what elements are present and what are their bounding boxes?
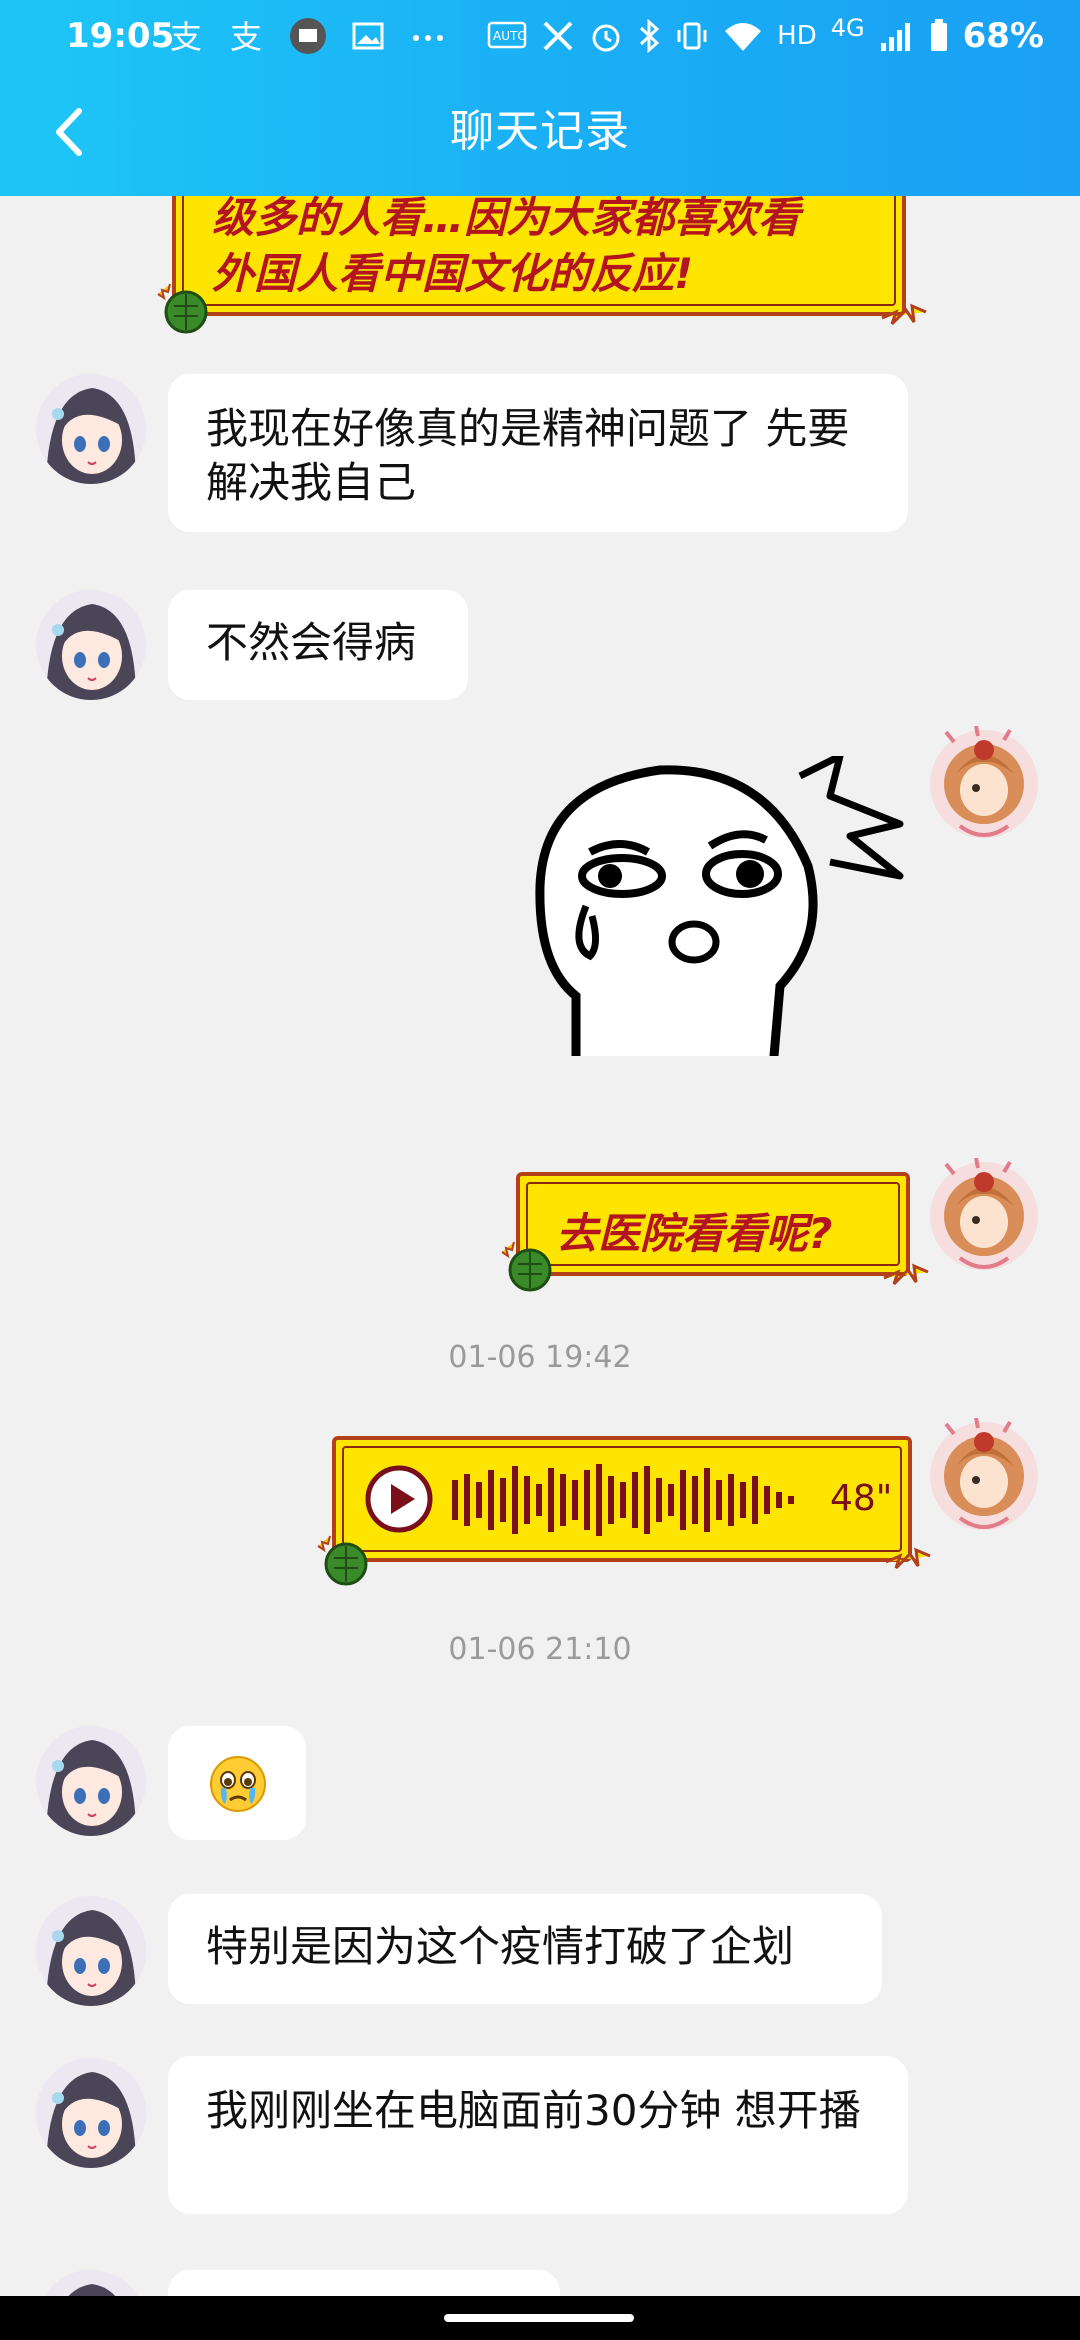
message-bubble[interactable]: 我刚刚坐在电脑面前30分钟 想开播 [168,2056,908,2214]
message-bubble-special[interactable]: 去医院看看呢? [516,1172,910,1276]
play-button-icon[interactable] [364,1464,434,1534]
avatar[interactable] [36,374,146,484]
chat-history[interactable]: 级多的人看…因为大家都喜欢看 外国人看中国文化的反应! 我现在好像真的是精神问题… [0,196,1080,2296]
navigation-bar [0,2296,1080,2340]
avatar-self[interactable] [926,1157,1042,1274]
avatar-self[interactable] [926,725,1042,842]
avatar-icon [930,725,1038,838]
grenade-icon [317,1535,368,1586]
svg-text:支: 支 [170,18,202,56]
burst-decoration [881,303,927,326]
avatar[interactable] [36,2058,146,2168]
alipay-icon: 支 [170,18,202,56]
crying-emoji-icon [210,1756,266,1812]
wifi-icon [725,23,762,51]
avatar-self[interactable] [926,1417,1042,1534]
message-text: 特别是因为这个疫情打破了企划 [206,1922,795,1971]
avatar-icon [36,374,146,484]
gallery-icon [352,22,384,50]
header: 聊天记录 [0,96,1080,168]
network-label: 4G [830,14,865,42]
avatar-icon [930,1417,1038,1530]
message-bubble-special[interactable]: 级多的人看…因为大家都喜欢看 外国人看中国文化的反应! [172,196,906,316]
system-icons: AUTO HD 4G 68% [487,0,1044,72]
message-text: 级多的人看…因为大家都喜欢看 [212,196,801,242]
status-bar: 19:05 支 支 AUTO HD 4G 68% [0,0,1080,72]
auto-brightness-icon: AUTO [487,21,527,49]
message-bubble[interactable] [168,2270,560,2296]
signal-icon [880,23,910,51]
message-text: 外国人看中国文化的反应! [212,249,694,298]
home-indicator[interactable] [444,2314,634,2322]
vibrate-icon [677,22,707,50]
message-text: 我现在好像真的是精神问题了 先要解决我自己 [206,404,850,507]
more-notifications-icon [413,35,443,41]
svg-text:支: 支 [230,18,262,56]
message-bubble[interactable]: 😢 [168,1726,306,1840]
message-text: 不然会得病 [206,618,417,667]
battery-percent: 68% [962,16,1044,56]
avatar[interactable] [36,590,146,700]
message-text: 去医院看看呢? [556,1209,833,1258]
message-bubble[interactable]: 我现在好像真的是精神问题了 先要解决我自己 [168,374,908,532]
voice-message-bubble[interactable]: 48" [332,1436,912,1562]
avatar-icon [36,2058,146,2168]
avatar-icon [930,1157,1038,1270]
voice-duration: 48" [830,1478,893,1519]
waveform-icon [452,1464,794,1536]
avatar-icon [36,590,146,700]
avatar[interactable] [36,1726,146,1836]
message-icon [290,18,326,54]
avatar[interactable] [36,2270,146,2296]
message-bubble[interactable]: 特别是因为这个疫情打破了企划 [168,1894,882,2004]
top-bar: 19:05 支 支 AUTO HD 4G 68% 聊天记录 [0,0,1080,196]
grenade-icon [157,283,208,334]
burst-decoration [883,1263,929,1286]
nfc-icon [543,21,573,51]
grenade-icon [501,1241,552,1292]
avatar[interactable] [36,1896,146,2006]
hd-label: HD [777,21,817,51]
timestamp: 01-06 19:42 [448,1340,632,1375]
alarm-icon [592,24,620,52]
cartoon-face-sticker[interactable] [530,756,920,1056]
page-title: 聊天记录 [450,106,630,157]
burst-decoration [885,1547,931,1570]
svg-text:AUTO: AUTO [493,29,527,43]
alipay-icon: 支 [230,18,262,56]
status-time: 19:05 [66,16,175,56]
message-bubble[interactable]: 不然会得病 [168,590,468,700]
avatar-icon [36,1726,146,1836]
battery-icon [930,19,947,51]
message-text: 我刚刚坐在电脑面前30分钟 想开播 [206,2086,861,2135]
avatar-icon [36,1896,146,2006]
timestamp: 01-06 21:10 [448,1632,632,1667]
notification-icons: 支 支 [168,0,448,56]
avatar-icon [36,2270,146,2296]
bluetooth-icon [640,19,660,53]
